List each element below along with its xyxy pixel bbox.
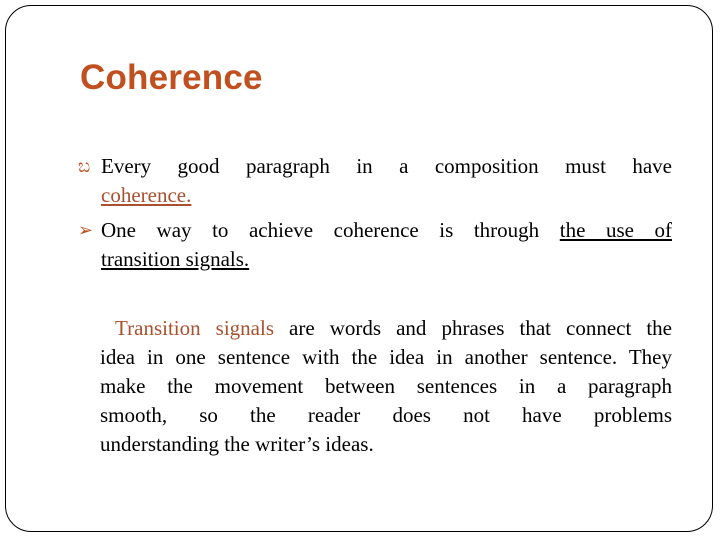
bullet-2-line-2: transition signals.: [101, 247, 250, 271]
arrow-bullet-icon: ➢: [78, 220, 94, 240]
bullet-list: ಬ Every good paragraph in a composition …: [78, 150, 672, 274]
bullet-2-line-1: One way to achieve coherence is through …: [101, 216, 672, 245]
bullet-1-line-2: coherence.: [101, 183, 192, 207]
bullet-2-line-1-text: One way to achieve coherence is through: [101, 218, 540, 242]
paragraph-line-4: smooth, so the reader does not have prob…: [100, 403, 672, 427]
definition-paragraph: Transition signals are words and phrases…: [100, 314, 672, 459]
paragraph-line-5: understanding the writer’s ideas.: [100, 432, 374, 456]
paragraph-line-1: Transition signals are words and phrases…: [100, 314, 672, 343]
bullet-item-2: ➢ One way to achieve coherence is throug…: [78, 216, 672, 274]
bullet-item-1: ಬ Every good paragraph in a composition …: [78, 152, 672, 210]
bullet-2-underlined-text: the use of: [559, 218, 672, 242]
bullet-1-line-1: Every good paragraph in a composition mu…: [101, 154, 672, 178]
paragraph-line-3: make the movement between sentences in a…: [100, 374, 672, 398]
scroll-bullet-icon: ಬ: [78, 156, 91, 176]
paragraph-line-1-text: are words and phrases that connect the: [274, 316, 673, 340]
highlight-term: Transition signals: [115, 316, 275, 340]
slide-title: Coherence: [80, 58, 263, 97]
paragraph-line-2: idea in one sentence with the idea in an…: [100, 345, 672, 369]
